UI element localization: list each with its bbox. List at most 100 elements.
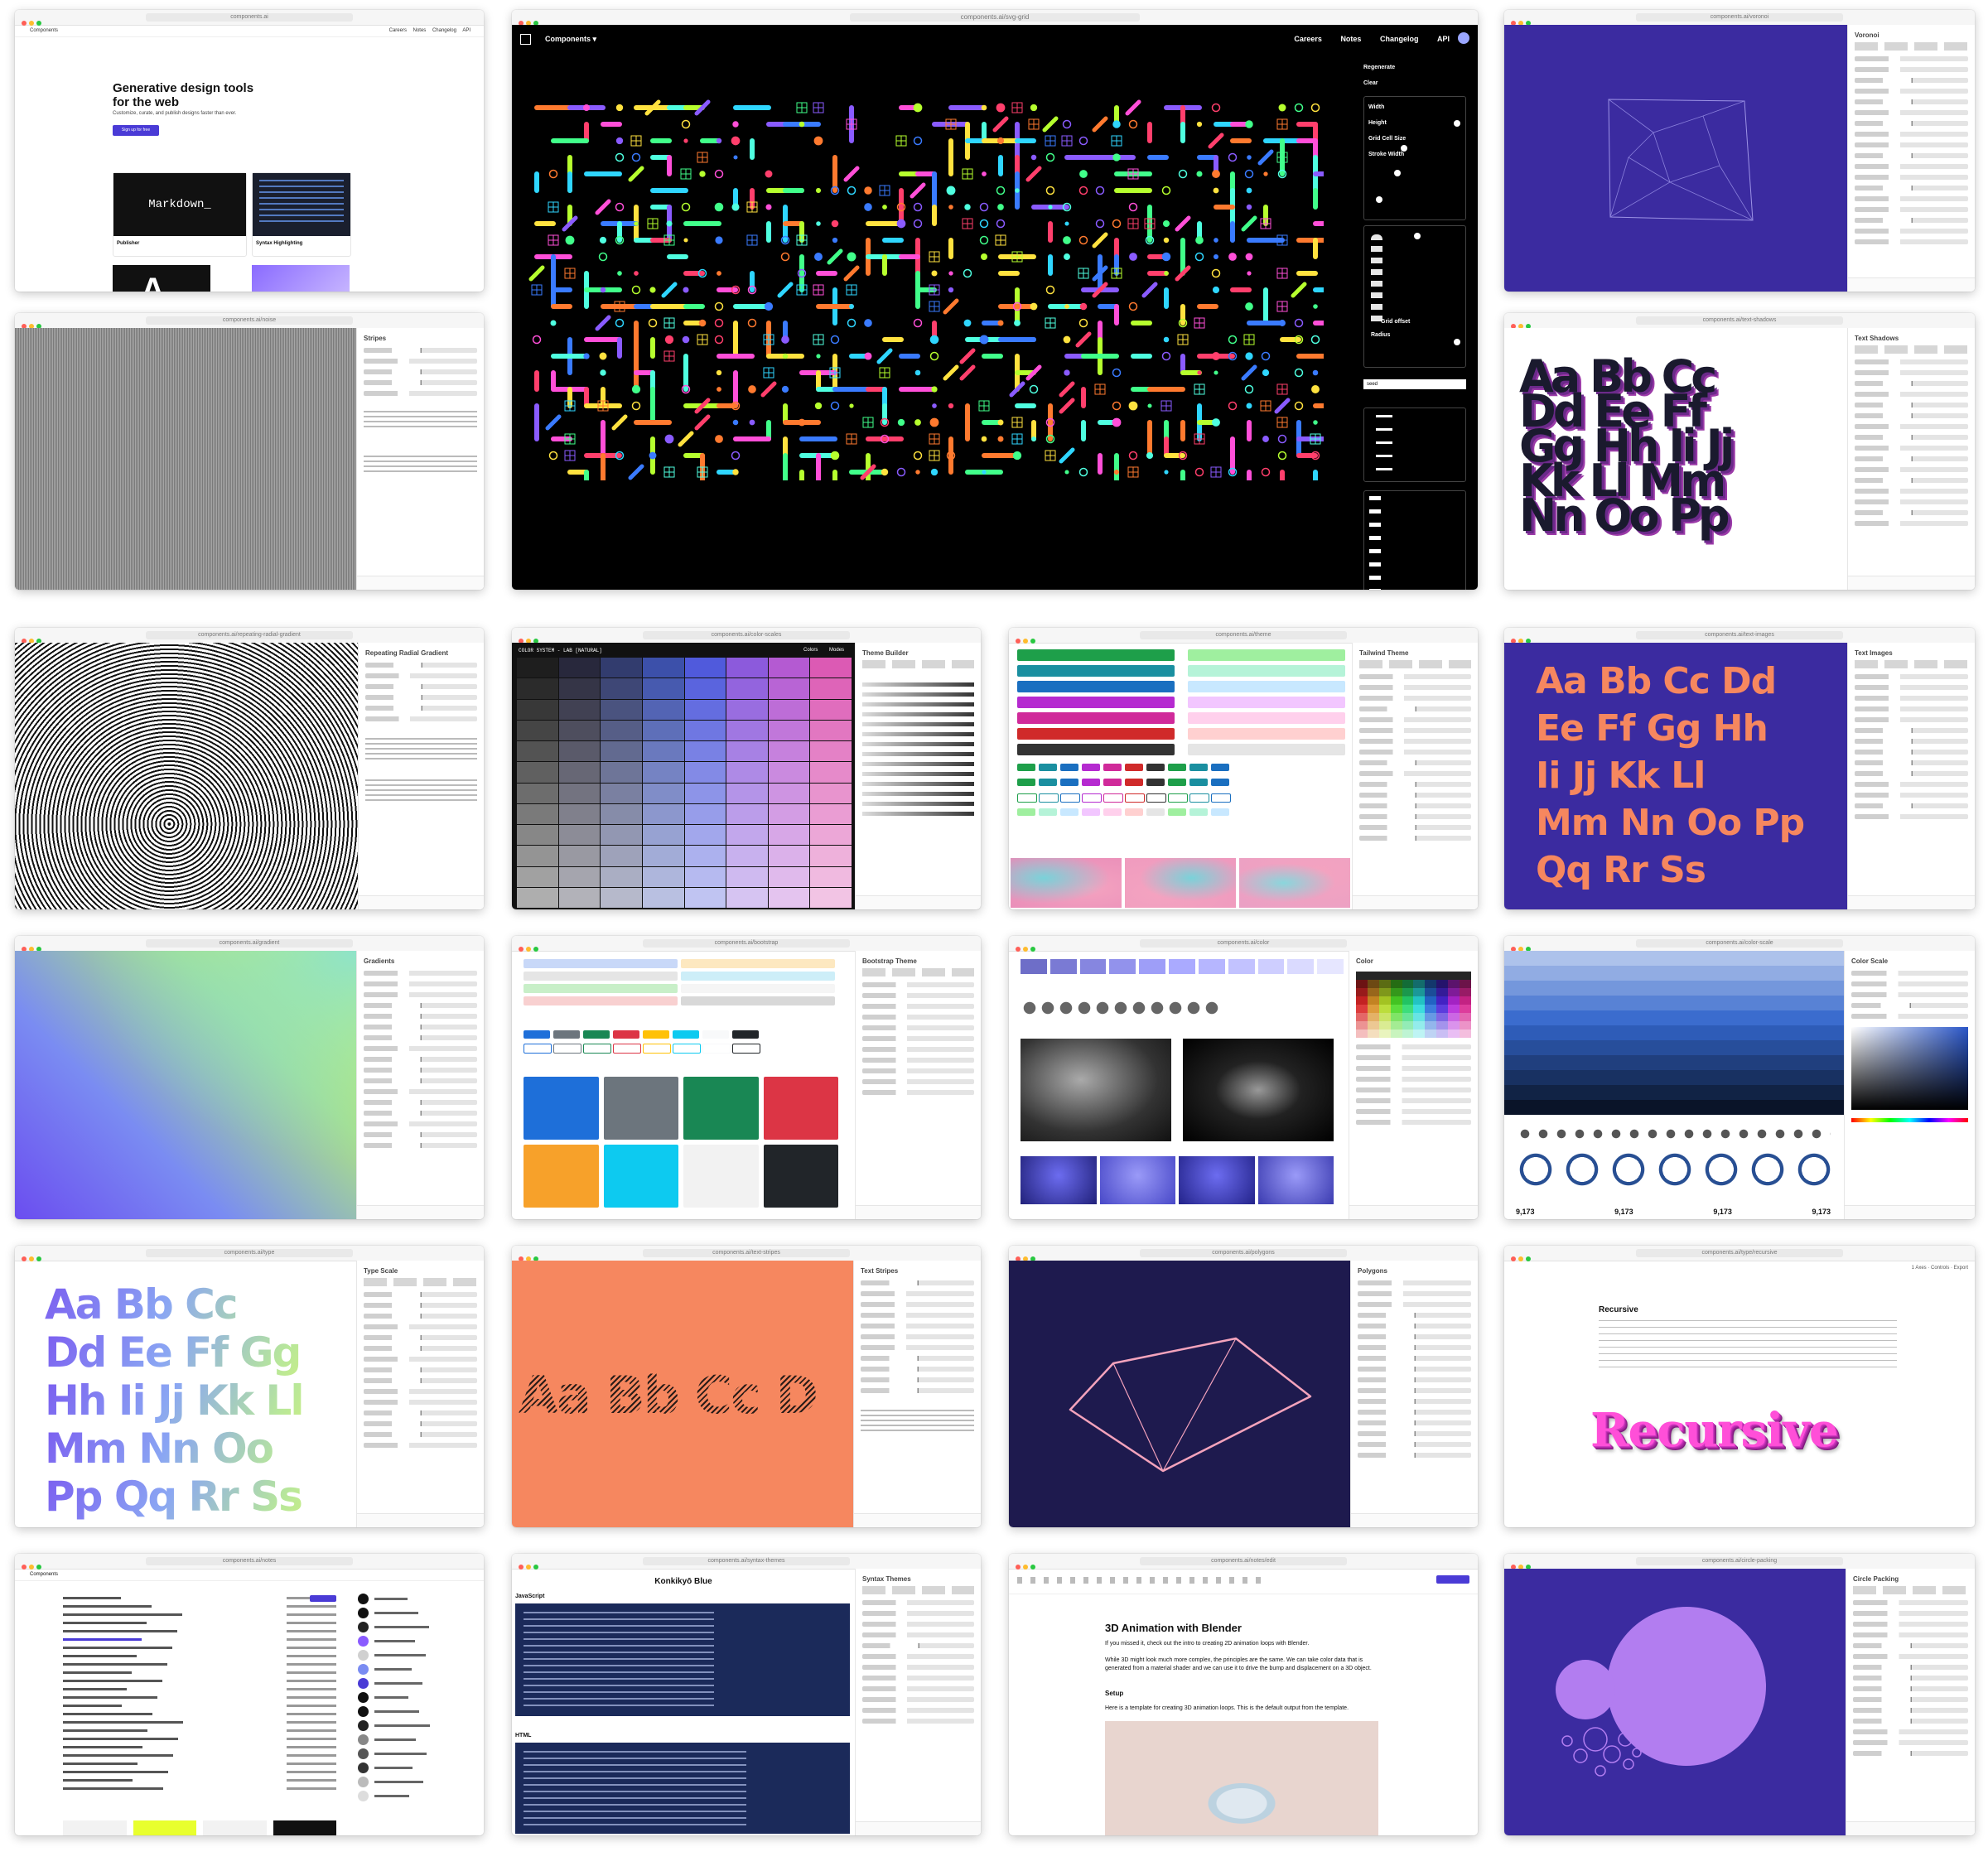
stroke-slider-handle[interactable] (1376, 196, 1382, 203)
color-swatch[interactable] (726, 866, 768, 887)
tool-icon[interactable] (358, 1608, 369, 1618)
tool-icon[interactable] (358, 1734, 369, 1745)
demo-button[interactable] (524, 1030, 550, 1039)
palette-row[interactable] (862, 732, 974, 736)
tool-label[interactable] (374, 1781, 423, 1783)
tool-icon[interactable] (358, 1692, 369, 1703)
demo-button[interactable] (1125, 793, 1145, 803)
color-swatch[interactable] (726, 783, 768, 803)
color-swatch[interactable] (810, 762, 852, 783)
tool-icon[interactable] (358, 1706, 369, 1717)
note-link[interactable] (63, 1738, 178, 1740)
brand-label[interactable]: Components (30, 28, 58, 33)
avatar[interactable] (1458, 32, 1469, 44)
note-link[interactable] (63, 1647, 172, 1649)
note-link[interactable] (63, 1597, 121, 1599)
height-slider-handle[interactable] (1401, 145, 1407, 152)
color-swatch[interactable] (810, 741, 852, 762)
demo-button[interactable] (1103, 779, 1122, 786)
color-swatch[interactable] (558, 866, 601, 887)
color-swatch[interactable] (642, 803, 684, 824)
scale-step[interactable] (1504, 981, 1844, 996)
width-slider-handle[interactable] (1454, 120, 1460, 127)
color-swatch[interactable] (726, 678, 768, 699)
demo-button[interactable] (613, 1044, 641, 1054)
card-syntax[interactable]: Syntax Highlighting (252, 172, 351, 257)
color-swatch[interactable] (726, 720, 768, 740)
note-link[interactable] (63, 1754, 173, 1757)
demo-button[interactable] (1146, 779, 1165, 786)
color-swatch[interactable] (684, 699, 726, 720)
color-swatch[interactable] (558, 846, 601, 866)
theme-card[interactable] (683, 1145, 759, 1208)
demo-button[interactable] (1082, 793, 1102, 803)
color-swatch[interactable] (517, 741, 558, 762)
nav-notes[interactable]: Notes (1340, 35, 1361, 43)
tool-label[interactable] (374, 1654, 426, 1656)
palette-row[interactable] (862, 712, 974, 716)
address-bar[interactable]: components.ai/svg-grid (850, 13, 1140, 22)
note-link[interactable] (63, 1713, 152, 1715)
color-swatch[interactable] (810, 658, 852, 678)
color-swatch[interactable] (517, 866, 558, 887)
demo-button[interactable] (1189, 793, 1209, 803)
note-link[interactable] (63, 1746, 142, 1748)
color-swatch[interactable] (642, 699, 684, 720)
color-swatch[interactable] (768, 678, 810, 699)
demo-button[interactable] (1146, 808, 1165, 816)
color-swatch[interactable] (810, 825, 852, 846)
color-swatch[interactable] (768, 866, 810, 887)
color-swatch[interactable] (601, 846, 642, 866)
brand-dropdown[interactable]: Components ▾ (545, 35, 596, 44)
tool-label[interactable] (374, 1626, 429, 1628)
demo-button[interactable] (1039, 779, 1057, 786)
color-swatch[interactable] (726, 825, 768, 846)
demo-button[interactable] (1082, 779, 1100, 786)
demo-button[interactable] (583, 1030, 610, 1039)
demo-button[interactable] (1168, 793, 1188, 803)
demo-button[interactable] (1017, 808, 1035, 816)
tool-label[interactable] (374, 1668, 412, 1671)
color-swatch[interactable] (1169, 959, 1195, 974)
demo-button[interactable] (1168, 764, 1186, 771)
theme-card[interactable] (603, 1145, 678, 1208)
palette-row[interactable] (862, 742, 974, 746)
color-swatch[interactable] (1049, 959, 1077, 974)
demo-button[interactable] (643, 1044, 671, 1054)
demo-button[interactable] (1060, 793, 1080, 803)
card-markdown[interactable]: Markdown_ Publisher (113, 172, 247, 257)
tool-label[interactable] (374, 1795, 409, 1797)
scale-step[interactable] (1504, 1085, 1844, 1100)
color-swatch[interactable] (1021, 959, 1047, 974)
color-swatch[interactable] (517, 720, 558, 740)
color-swatch[interactable] (642, 783, 684, 803)
demo-button[interactable] (702, 1030, 729, 1039)
color-swatch[interactable] (642, 741, 684, 762)
grid-offset-toggle[interactable]: Grid offset (1381, 319, 1410, 325)
note-link[interactable] (63, 1680, 162, 1682)
demo-button[interactable] (643, 1030, 669, 1039)
note-link[interactable] (63, 1605, 152, 1608)
demo-button[interactable] (1146, 793, 1166, 803)
scale-step[interactable] (1504, 1070, 1844, 1085)
tool-icon[interactable] (358, 1720, 369, 1731)
axis-sliders[interactable] (1599, 1320, 1897, 1368)
color-swatch[interactable] (517, 887, 558, 908)
color-swatch[interactable] (810, 699, 852, 720)
color-swatch[interactable] (558, 658, 601, 678)
color-swatch[interactable] (558, 762, 601, 783)
color-swatch[interactable] (768, 762, 810, 783)
color-swatch[interactable] (810, 678, 852, 699)
color-swatch[interactable] (1079, 959, 1107, 974)
color-swatch[interactable] (558, 803, 601, 824)
tool-label[interactable] (374, 1753, 427, 1755)
color-swatch[interactable] (684, 762, 726, 783)
demo-button[interactable] (1125, 779, 1143, 786)
tab-modes[interactable]: Modes (829, 648, 844, 653)
demo-button[interactable] (1211, 793, 1231, 803)
color-swatch[interactable] (1257, 959, 1285, 974)
tab-colors[interactable]: Colors (803, 648, 818, 653)
color-swatch[interactable] (768, 846, 810, 866)
demo-button[interactable] (583, 1044, 611, 1054)
color-swatch[interactable] (684, 887, 726, 908)
